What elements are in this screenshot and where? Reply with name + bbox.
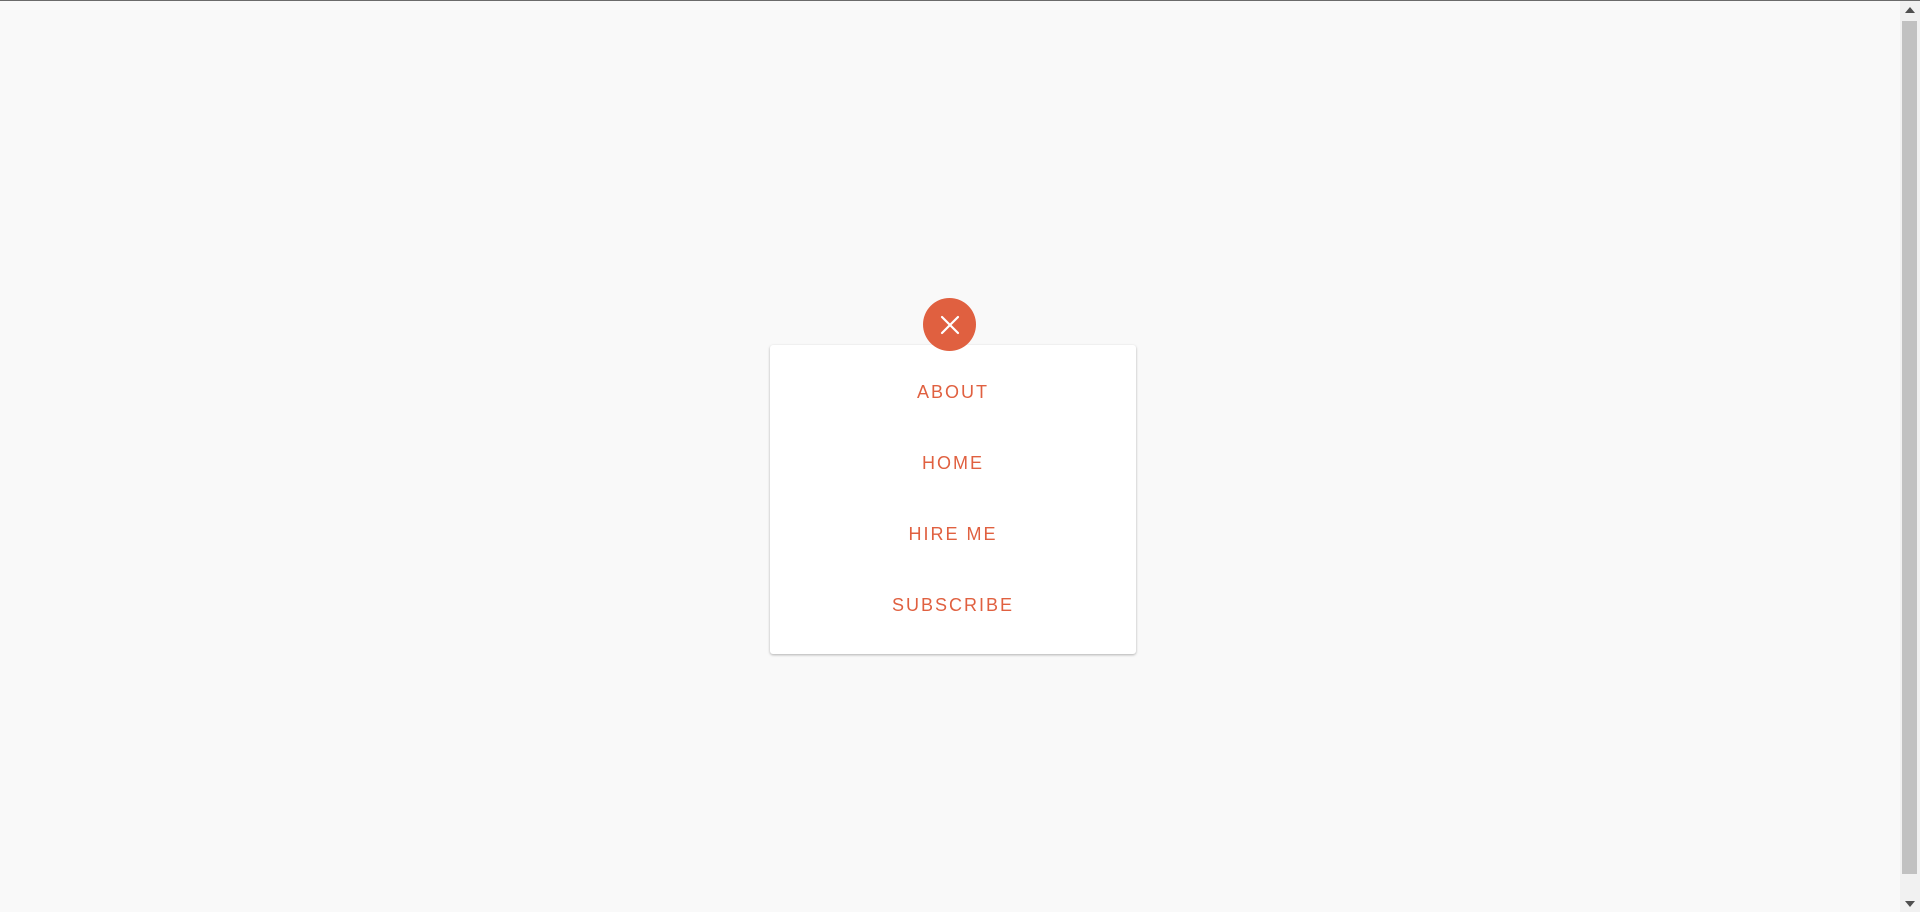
scroll-up-button[interactable] (1900, 1, 1920, 18)
close-menu-button[interactable] (923, 298, 976, 351)
scrollbar-thumb[interactable] (1902, 21, 1917, 874)
scroll-up-arrow-icon (1905, 6, 1915, 13)
page-viewport: ABOUT HOME HIRE ME SUBSCRIBE (0, 1, 1900, 912)
menu-item-home[interactable]: HOME (770, 443, 1136, 483)
scroll-down-arrow-icon (1905, 900, 1915, 907)
menu-item-about[interactable]: ABOUT (770, 372, 1136, 412)
menu-item-subscribe[interactable]: SUBSCRIBE (770, 585, 1136, 625)
menu-item-label: HOME (922, 452, 984, 473)
menu-item-hire-me[interactable]: HIRE ME (770, 514, 1136, 554)
close-icon (940, 315, 959, 334)
menu-item-label: ABOUT (916, 381, 989, 402)
menu-item-label: HIRE ME (908, 523, 998, 544)
navigation-menu: ABOUT HOME HIRE ME SUBSCRIBE (770, 345, 1136, 654)
menu-item-label: SUBSCRIBE (891, 594, 1015, 615)
scroll-down-button[interactable] (1900, 895, 1920, 912)
vertical-scrollbar[interactable] (1900, 1, 1920, 912)
